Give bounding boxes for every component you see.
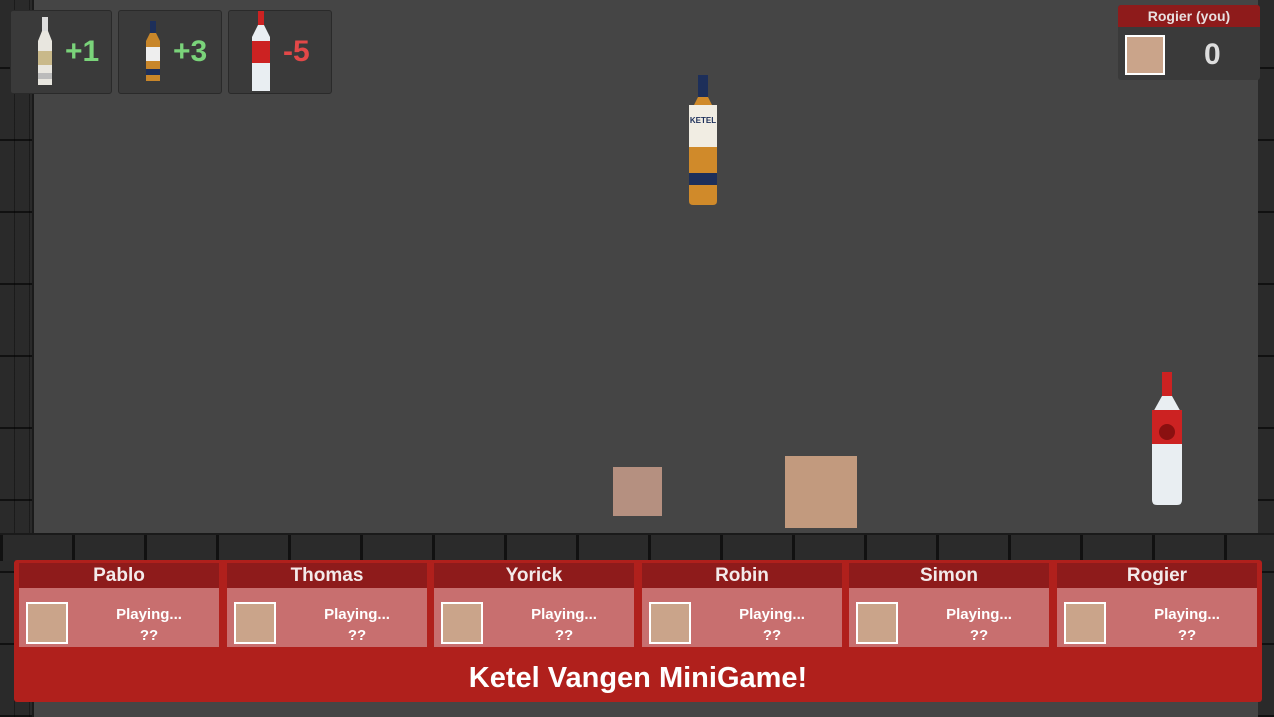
player-score: ??: [1177, 627, 1197, 644]
player-avatar: [649, 602, 691, 644]
player-status: Playing...: [531, 606, 597, 623]
player-card: Rogier Playing... ??: [1057, 563, 1257, 647]
player-status: Playing...: [739, 606, 805, 623]
player-status: Playing...: [324, 606, 390, 623]
current-player-title: Rogier (you): [1118, 5, 1260, 27]
player-score: ??: [762, 627, 782, 644]
legend-card-red-label-bottle: -5: [228, 10, 332, 94]
player-avatar: [1064, 602, 1106, 644]
player-avatar: [234, 602, 276, 644]
player-status: Playing...: [116, 606, 182, 623]
player-status: Playing...: [1154, 606, 1220, 623]
player-name: Robin: [642, 563, 842, 588]
legend-value: -5: [283, 35, 310, 68]
player-card: Yorick Playing... ??: [434, 563, 634, 647]
current-player-panel: Rogier (you) 0: [1118, 5, 1260, 80]
player-name: Pablo: [19, 563, 219, 588]
scoreboard-panel: Pablo Playing... ?? Thomas Playing... ??…: [14, 560, 1262, 702]
player-card: Simon Playing... ??: [849, 563, 1049, 647]
player-name: Rogier: [1057, 563, 1257, 588]
player-avatar: [26, 602, 68, 644]
red-label-bottle-icon: [252, 11, 270, 91]
player-status: Playing...: [946, 606, 1012, 623]
player-score: ??: [969, 627, 989, 644]
player-card: Robin Playing... ??: [642, 563, 842, 647]
player-score: ??: [347, 627, 367, 644]
amber-bottle-icon: [146, 21, 160, 81]
player-card: Pablo Playing... ??: [19, 563, 219, 647]
player-score: ??: [139, 627, 159, 644]
game-title: Ketel Vangen MiniGame!: [468, 662, 808, 694]
legend-card-amber-bottle: +3: [118, 10, 222, 94]
player-avatar: [441, 602, 483, 644]
current-player-avatar: [1125, 35, 1165, 75]
legend-card-white-bottle: +1: [10, 10, 112, 94]
player-name: Yorick: [434, 563, 634, 588]
opponent-head-sprite: [613, 467, 662, 516]
player-name: Simon: [849, 563, 1049, 588]
current-player-score: 0: [1204, 38, 1221, 71]
brick-floor: [0, 533, 1274, 561]
falling-amber-bottle: KETEL: [689, 75, 717, 205]
legend-value: +1: [65, 35, 100, 68]
falling-red-label-bottle: [1152, 372, 1182, 505]
svg-text:KETEL: KETEL: [690, 116, 716, 125]
white-bottle-icon: [38, 17, 52, 85]
player-card: Thomas Playing... ??: [227, 563, 427, 647]
player-score: ??: [554, 627, 574, 644]
legend-value: +3: [173, 35, 208, 68]
player-name: Thomas: [227, 563, 427, 588]
player-head-sprite: [785, 456, 857, 528]
player-avatar: [856, 602, 898, 644]
